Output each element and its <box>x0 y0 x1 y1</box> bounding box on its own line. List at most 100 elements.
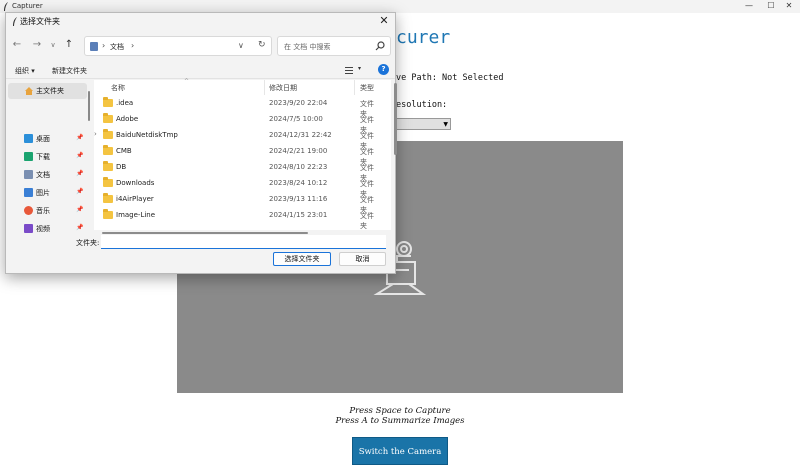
list-view-icon[interactable] <box>344 65 354 75</box>
file-list-horizontal-scrollbar[interactable] <box>102 232 308 234</box>
column-header-type[interactable]: 类型 <box>360 83 374 93</box>
file-row[interactable]: .idea 2023/9/20 22:04 文件夹 <box>94 96 379 118</box>
folder-name-label: 文件夹: <box>76 239 100 247</box>
file-name: CMB <box>116 147 132 155</box>
file-type: 文件夹 <box>360 212 374 230</box>
back-button[interactable]: ← <box>10 38 24 52</box>
file-name: DB <box>116 163 127 171</box>
documents-folder-icon <box>90 42 98 51</box>
sort-ascending-icon: ^ <box>184 78 190 85</box>
feather-icon <box>4 2 8 11</box>
file-list: ^ 名称 修改日期 类型 .idea 2023/9/20 22:04 文件夹 A… <box>94 78 391 230</box>
sidebar-item-label: 桌面 <box>36 135 50 143</box>
folder-name-input[interactable] <box>101 235 386 249</box>
cancel-button[interactable]: 取消 <box>339 252 386 266</box>
navigation-pane: 主文件夹 桌面 📌 下载 📌 文档 📌 图片 📌 音乐 📌 视频 📌 <box>6 80 92 233</box>
sidebar-scrollbar[interactable] <box>88 91 90 121</box>
column-divider[interactable] <box>264 80 265 95</box>
up-button[interactable]: ↑ <box>62 38 76 52</box>
file-date: 2023/8/24 10:12 <box>269 179 328 187</box>
select-folder-button[interactable]: 选择文件夹 <box>273 252 331 266</box>
file-row[interactable]: Adobe 2024/7/5 10:00 文件夹 <box>94 112 379 134</box>
search-icon <box>375 41 385 51</box>
sidebar-item-pictures[interactable]: 图片 📌 <box>6 185 92 201</box>
file-name: Adobe <box>116 115 139 123</box>
refresh-button[interactable]: ↻ <box>258 40 266 50</box>
chevron-down-icon: ▼ <box>443 121 448 128</box>
folder-icon <box>103 97 113 107</box>
dialog-title: 选择文件夹 <box>20 17 60 26</box>
sidebar-item-downloads[interactable]: 下载 📌 <box>6 149 92 165</box>
switch-camera-button[interactable]: Switch the Camera <box>352 437 448 465</box>
sidebar-item-videos[interactable]: 视频 📌 <box>6 221 92 237</box>
resolution-select[interactable]: ▼ <box>396 118 451 130</box>
sidebar-item-label: 下载 <box>36 153 50 161</box>
search-placeholder: 在 文档 中搜索 <box>284 43 331 51</box>
file-date: 2024/2/21 19:00 <box>269 147 328 155</box>
folder-icon <box>103 209 113 219</box>
file-row[interactable]: i4AirPlayer 2023/9/13 11:16 文件夹 <box>94 192 379 214</box>
breadcrumb-documents[interactable]: 文档 <box>110 42 124 52</box>
select-folder-dialog: 选择文件夹 ✕ ← → ∨ ↑ › 文档 › ∨ ↻ 在 文档 中搜索 组织 ▾… <box>5 12 397 274</box>
file-list-vertical-scrollbar[interactable] <box>394 83 397 155</box>
sidebar-item-desktop[interactable]: 桌面 📌 <box>6 131 92 147</box>
file-row[interactable]: Image-Line 2024/1/15 23:01 文件夹 <box>94 208 379 230</box>
file-date: 2023/9/13 11:16 <box>269 195 328 203</box>
file-name: Image-Line <box>116 211 156 219</box>
file-date: 2024/12/31 22:42 <box>269 131 332 139</box>
sidebar-item-label: 视频 <box>36 225 50 233</box>
pin-icon: 📌 <box>76 152 84 159</box>
pin-icon: 📌 <box>76 134 84 141</box>
sidebar-item-music[interactable]: 音乐 📌 <box>6 203 92 219</box>
dialog-titlebar: 选择文件夹 ✕ <box>6 13 395 30</box>
view-options-dropdown[interactable]: ▾ <box>358 65 361 72</box>
file-row[interactable]: Downloads 2023/8/24 10:12 文件夹 <box>94 176 379 198</box>
breadcrumb-separator[interactable]: › <box>131 41 134 50</box>
sidebar-item-label: 主文件夹 <box>36 87 64 95</box>
music-icon <box>24 206 33 215</box>
column-header-name[interactable]: 名称 <box>111 83 125 93</box>
column-divider[interactable] <box>354 80 355 95</box>
expand-chevron-icon[interactable]: › <box>94 130 97 138</box>
pin-icon: 📌 <box>76 224 84 231</box>
file-date: 2024/7/5 10:00 <box>269 115 323 123</box>
file-name: .idea <box>116 99 134 107</box>
download-icon <box>24 152 33 161</box>
file-row[interactable]: CMB 2024/2/21 19:00 文件夹 <box>94 144 379 166</box>
video-icon <box>24 224 33 233</box>
sidebar-item-label: 文档 <box>36 171 50 179</box>
document-icon <box>24 170 33 179</box>
column-header-date[interactable]: 修改日期 <box>269 83 297 93</box>
forward-button[interactable]: → <box>30 38 44 52</box>
folder-icon <box>103 145 113 155</box>
dialog-close-button[interactable]: ✕ <box>377 14 391 28</box>
recent-locations-button[interactable]: ∨ <box>46 38 60 52</box>
sidebar-item-home[interactable]: 主文件夹 <box>8 83 87 99</box>
organize-menu[interactable]: 组织 ▾ <box>15 66 35 76</box>
app-title: Capturer <box>12 2 43 10</box>
folder-icon <box>103 161 113 171</box>
command-bar: 组织 ▾ 新建文件夹 ▾ ? <box>6 63 395 79</box>
feather-icon <box>13 17 17 26</box>
address-dropdown-button[interactable]: ∨ <box>238 41 244 50</box>
search-input[interactable]: 在 文档 中搜索 <box>277 36 391 56</box>
new-folder-button[interactable]: 新建文件夹 <box>52 66 87 76</box>
file-name: i4AirPlayer <box>116 195 154 203</box>
file-list-header: ^ 名称 修改日期 类型 <box>94 78 391 95</box>
address-bar[interactable]: › 文档 › ∨ ↻ <box>84 36 272 56</box>
folder-icon <box>103 129 113 139</box>
sidebar-item-label: 图片 <box>36 189 50 197</box>
file-name: BaiduNetdiskTmp <box>116 131 178 139</box>
file-row[interactable]: › BaiduNetdiskTmp 2024/12/31 22:42 文件夹 <box>94 128 379 150</box>
navigation-bar: ← → ∨ ↑ › 文档 › ∨ ↻ 在 文档 中搜索 <box>6 33 395 59</box>
minimize-button[interactable]: — <box>738 0 760 13</box>
close-app-button[interactable]: ✕ <box>778 0 800 13</box>
help-icon[interactable]: ? <box>378 64 389 75</box>
home-icon <box>25 87 33 95</box>
file-row[interactable]: DB 2024/8/10 22:23 文件夹 <box>94 160 379 182</box>
sidebar-item-documents[interactable]: 文档 📌 <box>6 167 92 183</box>
hint-summarize: Press A to Summarize Images <box>335 416 465 426</box>
file-date: 2024/1/15 23:01 <box>269 211 328 219</box>
folder-icon <box>103 193 113 203</box>
app-heading: curer <box>396 27 451 48</box>
